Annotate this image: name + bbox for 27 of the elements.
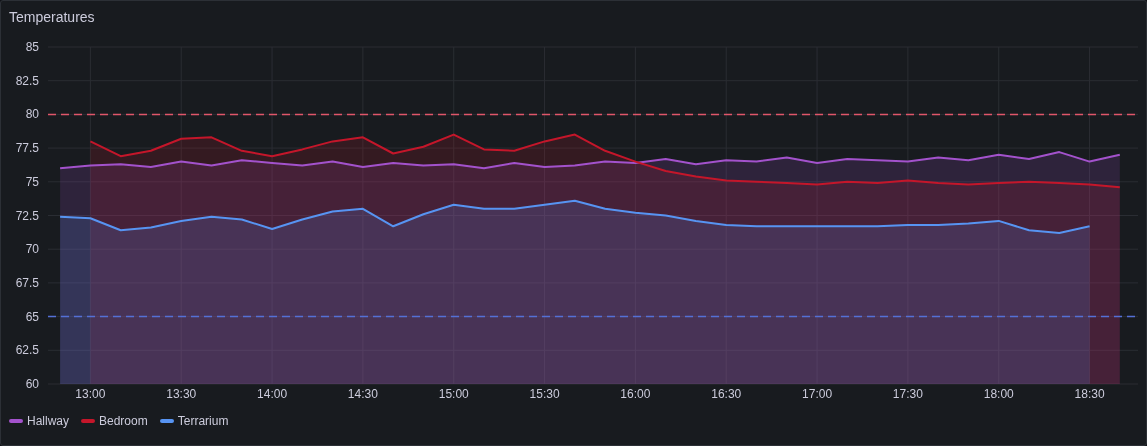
y-axis-label: 70	[25, 242, 39, 257]
y-axis-label: 80	[25, 107, 39, 122]
x-axis-label: 14:30	[347, 387, 378, 401]
y-axis-label: 62.5	[15, 343, 39, 358]
x-axis-label: 13:00	[75, 387, 106, 401]
x-axis-label: 15:30	[529, 387, 560, 401]
y-axis-label: 85	[25, 40, 39, 54]
x-axis-label: 16:00	[620, 387, 651, 401]
x-axis-label: 17:30	[892, 387, 923, 401]
y-axis-label: 67.5	[15, 275, 39, 290]
y-axis-label: 82.5	[15, 73, 39, 88]
x-axis-label: 18:30	[1074, 387, 1105, 401]
x-axis-label: 17:00	[802, 387, 833, 401]
x-axis-label: 16:30	[711, 387, 742, 401]
y-axis-label: 65	[25, 309, 39, 324]
x-axis-label: 15:00	[438, 387, 469, 401]
y-axis-label: 60	[25, 377, 39, 391]
y-axis-label: 72.5	[15, 208, 39, 223]
x-axis-label: 18:00	[983, 387, 1014, 401]
legend-label[interactable]: Terrarium	[177, 412, 229, 430]
y-axis-label: 77.5	[15, 141, 39, 156]
legend-label[interactable]: Hallway	[27, 412, 69, 430]
x-axis-label: 13:30	[166, 387, 197, 401]
x-axis-label: 14:00	[257, 387, 288, 401]
y-axis-label: 75	[25, 174, 39, 189]
legend-label[interactable]: Bedroom	[99, 412, 148, 430]
panel-title: Temperatures	[9, 9, 95, 25]
